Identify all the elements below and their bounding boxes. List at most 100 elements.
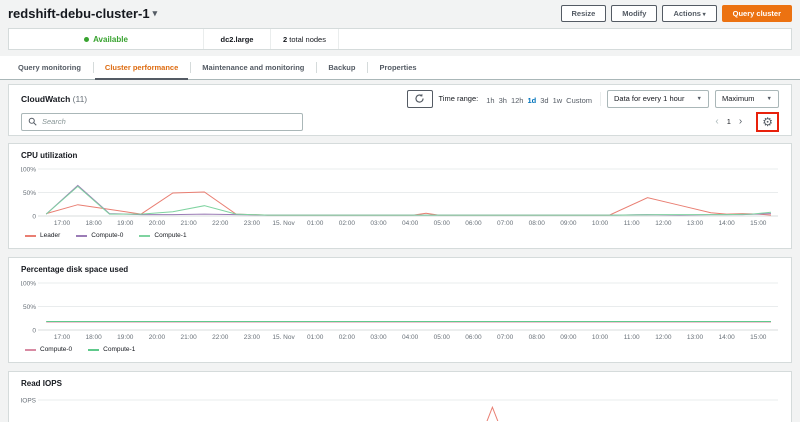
caret-down-icon[interactable]: ▾ bbox=[153, 8, 158, 19]
legend-label: Compute-0 bbox=[91, 232, 124, 239]
settings-gear-icon[interactable]: ⚙ bbox=[762, 116, 773, 128]
chart-title: Read IOPS bbox=[21, 379, 62, 388]
page-header: redshift-debu-cluster-1 ▾ Resize Modify Ac… bbox=[0, 0, 800, 25]
svg-text:50%: 50% bbox=[23, 190, 36, 197]
svg-text:100%: 100% bbox=[21, 281, 36, 288]
tab-backup[interactable]: Backup bbox=[316, 56, 367, 79]
svg-text:09:00: 09:00 bbox=[560, 220, 577, 227]
legend-item-compute-0: Compute-0 bbox=[25, 346, 72, 353]
caret-down-icon: ▾ bbox=[700, 12, 706, 18]
svg-text:12:00: 12:00 bbox=[655, 220, 672, 227]
period-select-value: Data for every 1 hour bbox=[614, 94, 685, 103]
legend-item-compute-1: Compute-1 bbox=[139, 232, 187, 239]
svg-text:04:00: 04:00 bbox=[402, 334, 419, 341]
legend-label: Leader bbox=[40, 232, 61, 239]
svg-text:04:00: 04:00 bbox=[402, 220, 419, 227]
svg-text:06:00: 06:00 bbox=[465, 220, 482, 227]
svg-text:22:00: 22:00 bbox=[212, 220, 229, 227]
svg-text:10 IOPS: 10 IOPS bbox=[21, 398, 37, 405]
svg-text:05:00: 05:00 bbox=[434, 220, 451, 227]
svg-text:03:00: 03:00 bbox=[370, 220, 387, 227]
query-cluster-button[interactable]: Query cluster bbox=[721, 5, 792, 22]
read-iops-chart: 10 IOPS bbox=[21, 398, 778, 421]
period-select[interactable]: Data for every 1 hour ▼ bbox=[607, 89, 709, 108]
status-cell-empty bbox=[339, 29, 791, 49]
svg-text:50%: 50% bbox=[23, 304, 36, 311]
svg-text:14:00: 14:00 bbox=[719, 220, 736, 227]
legend-dash-icon bbox=[25, 234, 36, 237]
svg-text:05:00: 05:00 bbox=[434, 334, 451, 341]
statistic-select[interactable]: Maximum ▼ bbox=[715, 89, 779, 108]
chart-legend: Leader Compute-0 Compute-1 bbox=[25, 232, 779, 239]
cloudwatch-toolbar-row: ‹ 1 › ⚙ bbox=[21, 111, 779, 132]
svg-text:20:00: 20:00 bbox=[149, 220, 166, 227]
tab-query-monitoring[interactable]: Query monitoring bbox=[6, 56, 93, 79]
svg-text:0: 0 bbox=[32, 328, 36, 335]
chart-title: CPU utilization bbox=[21, 151, 78, 160]
svg-text:15. Nov: 15. Nov bbox=[272, 220, 295, 227]
time-range-12h[interactable]: 12h bbox=[511, 96, 524, 105]
time-range-options: 1h 3h 12h 1d 3d 1w Custom bbox=[484, 90, 594, 108]
svg-text:19:00: 19:00 bbox=[117, 334, 134, 341]
time-range-3h[interactable]: 3h bbox=[499, 96, 507, 105]
nodes-count-value: 2 bbox=[283, 34, 288, 44]
svg-text:21:00: 21:00 bbox=[180, 220, 197, 227]
svg-text:08:00: 08:00 bbox=[529, 334, 546, 341]
chevron-right-icon[interactable]: › bbox=[739, 116, 742, 127]
search-input[interactable] bbox=[42, 117, 296, 126]
time-range-1w[interactable]: 1w bbox=[553, 96, 563, 105]
chevron-left-icon[interactable]: ‹ bbox=[715, 116, 718, 127]
svg-text:11:00: 11:00 bbox=[624, 220, 640, 227]
modify-button[interactable]: Modify bbox=[611, 5, 658, 22]
svg-text:13:00: 13:00 bbox=[687, 334, 704, 341]
svg-text:0: 0 bbox=[32, 214, 36, 221]
legend-label: Compute-1 bbox=[154, 232, 187, 239]
time-range-3d[interactable]: 3d bbox=[540, 96, 548, 105]
svg-text:07:00: 07:00 bbox=[497, 220, 514, 227]
time-range-custom[interactable]: Custom bbox=[566, 96, 592, 105]
disk-space-used-card: Percentage disk space used 100% 50% 0 17:00… bbox=[8, 257, 792, 363]
svg-text:22:00: 22:00 bbox=[212, 334, 229, 341]
legend-dash-icon bbox=[88, 348, 100, 351]
svg-text:02:00: 02:00 bbox=[339, 334, 356, 341]
cluster-name: redshift-debu-cluster-1 bbox=[8, 6, 150, 21]
svg-text:15. Nov: 15. Nov bbox=[272, 334, 295, 341]
actions-button[interactable]: Actions ▾ bbox=[662, 5, 717, 22]
svg-text:03:00: 03:00 bbox=[370, 334, 387, 341]
svg-text:100%: 100% bbox=[21, 167, 36, 174]
chart-legend: Compute-0 Compute-1 bbox=[25, 346, 779, 353]
header-actions: Resize Modify Actions ▾ Query cluster bbox=[560, 5, 792, 22]
disk-space-used-chart: 100% 50% 0 17:00 18:00 19:00 20:00 21:00 22:00 23… bbox=[21, 281, 778, 341]
tabbar: Query monitoring Cluster performance Maint… bbox=[0, 56, 800, 80]
svg-text:15:00: 15:00 bbox=[750, 220, 767, 227]
cluster-status-bar: Available dc2.large 2 total nodes bbox=[8, 28, 792, 50]
cloudwatch-controls: Time range: 1h 3h 12h 1d 3d 1w Custom Data for… bbox=[406, 89, 779, 108]
status-dot-icon bbox=[84, 36, 90, 42]
svg-text:14:00: 14:00 bbox=[719, 334, 736, 341]
cloudwatch-count: (11) bbox=[72, 93, 88, 104]
page-number: 1 bbox=[726, 117, 731, 126]
svg-text:17:00: 17:00 bbox=[54, 220, 71, 227]
svg-text:15:00: 15:00 bbox=[750, 334, 767, 341]
caret-down-icon: ▼ bbox=[696, 95, 702, 102]
refresh-button[interactable] bbox=[406, 89, 433, 108]
legend-dash-icon bbox=[139, 234, 151, 237]
pagination: ‹ 1 › ⚙ bbox=[715, 111, 779, 132]
time-range-1h[interactable]: 1h bbox=[486, 96, 494, 105]
resize-button[interactable]: Resize bbox=[560, 5, 607, 22]
svg-text:10:00: 10:00 bbox=[592, 334, 609, 341]
tab-properties[interactable]: Properties bbox=[367, 56, 428, 79]
tab-maintenance-and-monitoring[interactable]: Maintenance and monitoring bbox=[190, 56, 316, 79]
cloudwatch-panel: CloudWatch (11) Time range: 1h 3h 12h 1d 3d 1… bbox=[8, 84, 792, 136]
tab-cluster-performance[interactable]: Cluster performance bbox=[92, 56, 190, 80]
cpu-utilization-chart: 100% 50% 0 17:00 18:00 19:00 20:00 21:00 22:00 23… bbox=[21, 167, 778, 227]
time-range-1d[interactable]: 1d bbox=[527, 96, 536, 105]
read-iops-card: Read IOPS 10 IOPS bbox=[8, 371, 792, 422]
statistic-select-value: Maximum bbox=[722, 94, 755, 103]
annotation-highlight-box: ⚙ bbox=[756, 111, 779, 132]
svg-text:08:00: 08:00 bbox=[529, 220, 546, 227]
search-box bbox=[21, 112, 303, 131]
refresh-icon bbox=[415, 93, 424, 103]
svg-text:13:00: 13:00 bbox=[687, 220, 704, 227]
cloudwatch-title-text: CloudWatch bbox=[21, 93, 71, 104]
